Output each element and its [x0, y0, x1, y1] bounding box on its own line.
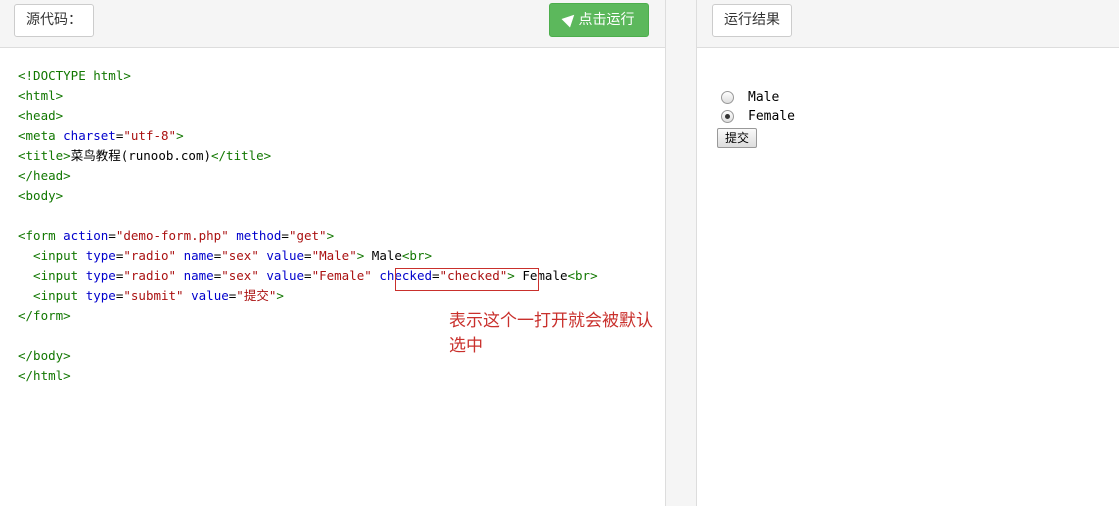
code-line: <title>菜鸟教程(runoob.com)</title> — [18, 148, 272, 163]
checked-attribute-highlight-box — [395, 268, 539, 291]
code-line: </head> — [18, 168, 71, 183]
radio-label-male: Male — [748, 90, 780, 105]
result-panel: 运行结果 Male Female 提交 — [696, 0, 1119, 506]
radio-female[interactable] — [721, 110, 734, 123]
code-line: <input type="radio" name="sex" value="Ma… — [18, 248, 433, 263]
source-toolbar: 源代码： 点击运行 — [0, 0, 665, 48]
result-toolbar: 运行结果 — [697, 0, 1119, 48]
result-tab[interactable]: 运行结果 — [712, 4, 792, 37]
code-line: <form action="demo-form.php" method="get… — [18, 228, 335, 243]
code-line: <html> — [18, 88, 64, 103]
code-line: </body> — [18, 348, 71, 363]
send-icon — [561, 10, 578, 28]
radio-male[interactable] — [721, 91, 734, 104]
source-code-panel: 源代码： 点击运行 <!DOCTYPE html> <html> <head> … — [0, 0, 666, 506]
submit-button[interactable]: 提交 — [717, 128, 758, 148]
radio-option-female: Female — [721, 107, 795, 126]
run-button-label: 点击运行 — [578, 12, 635, 28]
radio-option-male: Male — [721, 88, 795, 107]
radio-label-female: Female — [748, 109, 795, 124]
code-line: </form> — [18, 308, 71, 323]
code-line: <input type="submit" value="提交"> — [18, 288, 284, 303]
code-line: <head> — [18, 108, 64, 123]
code-line: <meta charset="utf-8"> — [18, 128, 184, 143]
panel-gutter[interactable] — [666, 0, 696, 506]
code-line: <!DOCTYPE html> — [18, 68, 131, 83]
code-line: <body> — [18, 188, 64, 203]
source-code-tab[interactable]: 源代码： — [14, 4, 94, 37]
run-button[interactable]: 点击运行 — [549, 3, 649, 37]
result-form: Male Female 提交 — [717, 88, 795, 148]
code-line: </html> — [18, 368, 71, 383]
annotation-note: 表示这个一打开就会被默认选中 — [449, 311, 653, 356]
